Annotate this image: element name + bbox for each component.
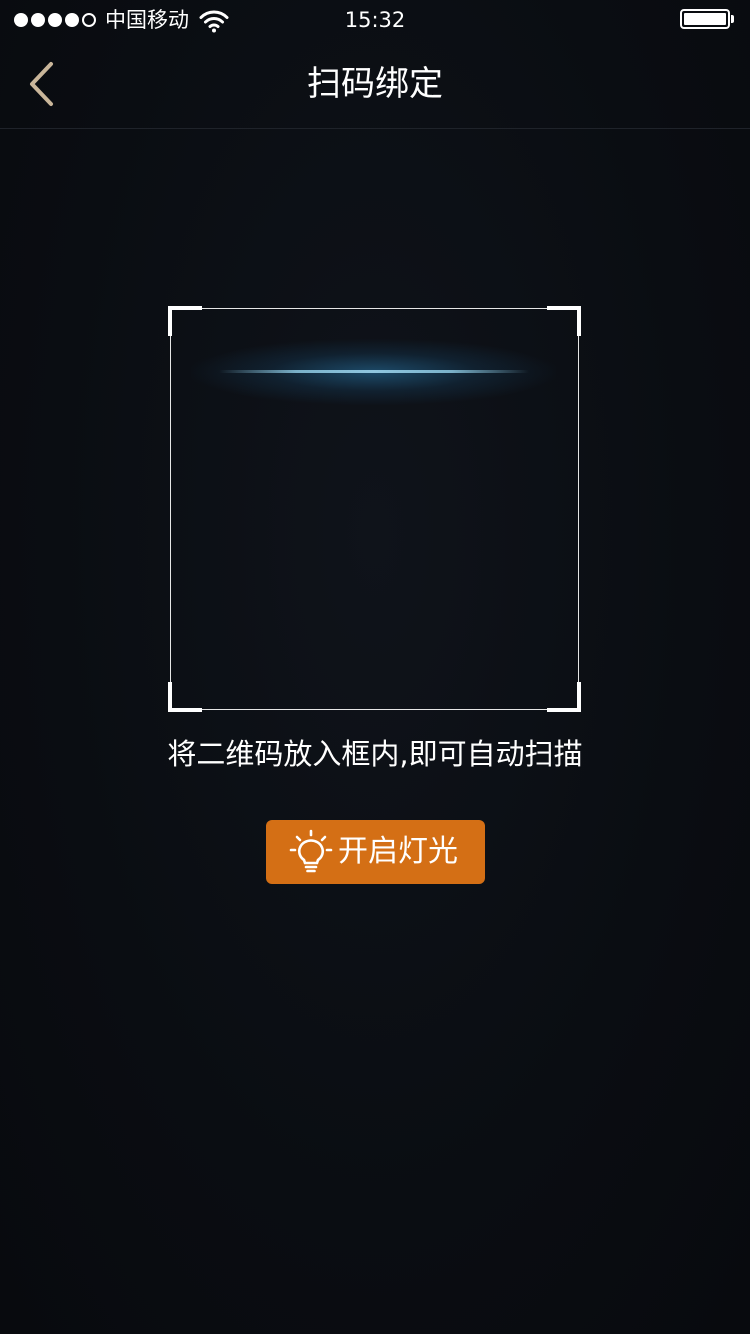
- scan-line: [219, 370, 529, 373]
- battery-tip: [731, 15, 734, 23]
- battery-body: [680, 9, 730, 29]
- battery-fill: [684, 13, 726, 25]
- scan-frame-corner-top-right: [547, 306, 581, 336]
- status-time: 15:32: [344, 8, 406, 32]
- scan-frame-corner-bottom-left: [168, 682, 202, 712]
- turn-on-light-button[interactable]: 开启灯光: [266, 820, 485, 884]
- status-bar: 中国移动 15:32: [0, 0, 750, 40]
- scan-hint-text: 将二维码放入框内,即可自动扫描: [167, 737, 583, 771]
- battery-icon: [680, 9, 734, 31]
- scan-bind-screen: 中国移动 15:32 扫码绑定 将二维码放入框内,即可自动扫描 开启灯光: [0, 0, 750, 1334]
- lightbulb-icon: [289, 829, 333, 873]
- scan-frame-corner-top-left: [168, 306, 202, 336]
- navigation-bar: 扫码绑定: [0, 40, 750, 129]
- qr-scan-frame: [168, 306, 581, 712]
- page-title: 扫码绑定: [307, 64, 443, 104]
- turn-on-light-label: 开启灯光: [338, 834, 458, 869]
- scan-frame-corner-bottom-right: [547, 682, 581, 712]
